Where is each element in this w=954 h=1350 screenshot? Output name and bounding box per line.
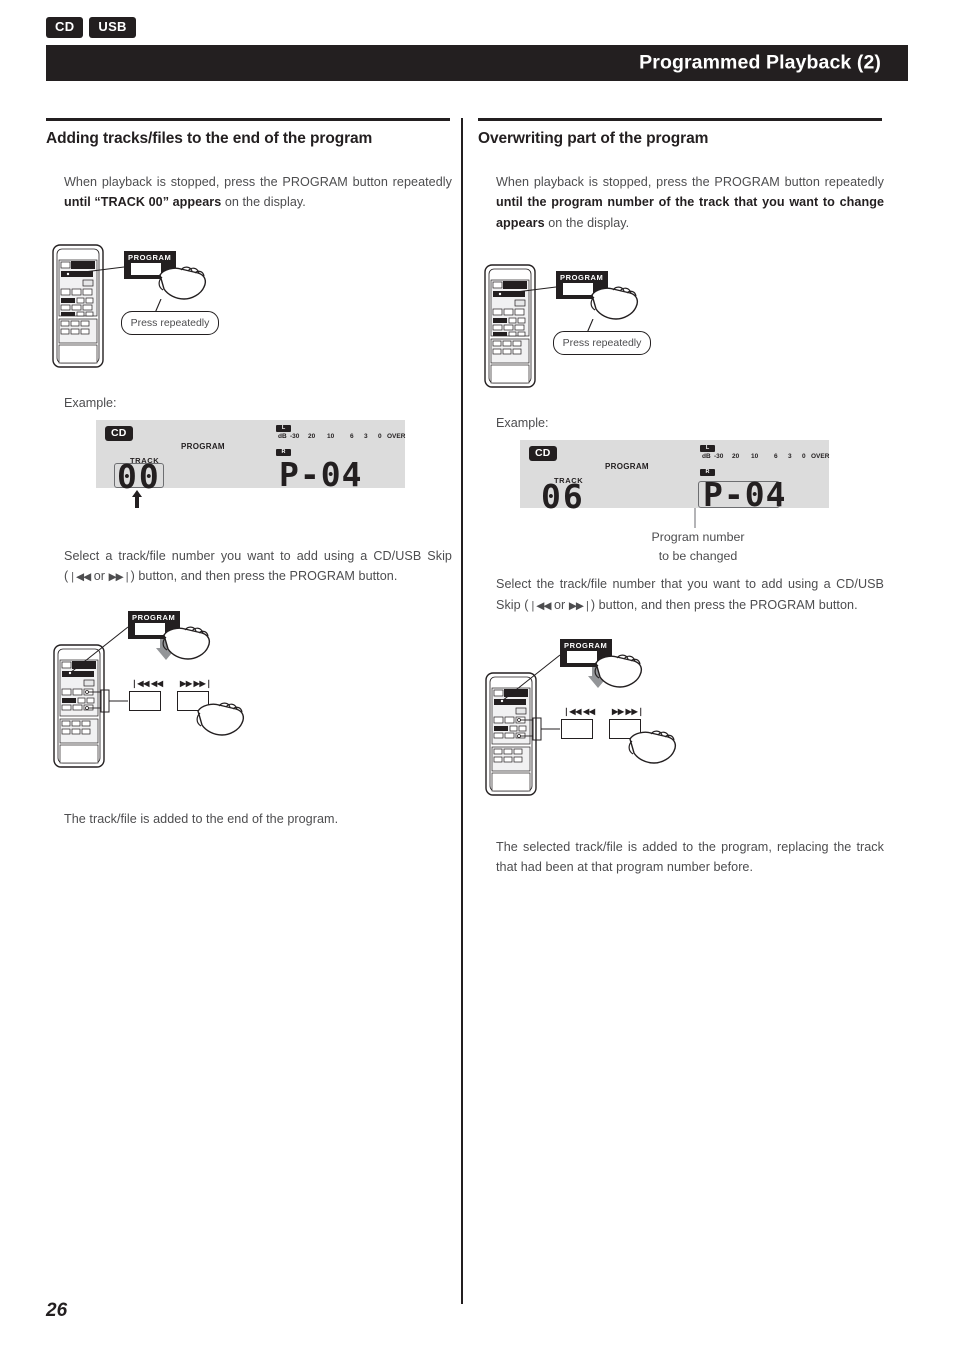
left-display-figure: CD PROGRAM L dB -30 20 10 6 3 0 OVER R T… [46, 419, 456, 520]
left-section-rule [46, 118, 450, 121]
right-display-caption-line1: Program number [651, 530, 745, 545]
right-display-level-meter: L dB -30 20 10 6 3 0 OVER R [700, 445, 829, 477]
right-display-track-value: 06 [541, 477, 585, 517]
right-meter-tick-2: 10 [751, 453, 759, 461]
right-display-caption: Program number to be changed [623, 528, 773, 565]
right-step2-part2: ) button, and then press the PROGRAM but… [590, 597, 858, 612]
right-balloon-text-1: Press repeatedly [562, 337, 642, 350]
right-remote-figure-2: PROGRAM ❘◀◀ ◀◀ ▶▶ ▶▶❘ [478, 633, 888, 823]
right-meter-channel-l: L [700, 445, 715, 453]
left-remote-illustration-1 [52, 244, 125, 368]
left-remote-figure-1: PROGRAM Press repeatedly [46, 241, 456, 376]
right-result-text: The selected track/file is added to the … [496, 839, 884, 875]
left-meter-tick-6: OVER [387, 432, 406, 440]
right-step2-or: or [550, 597, 569, 612]
tag-usb: USB [89, 17, 136, 38]
left-step1-part3: on the display. [221, 195, 306, 210]
left-skip-back-button[interactable] [129, 690, 161, 711]
right-press-repeatedly-balloon-1: Press repeatedly [553, 331, 651, 356]
right-display-figure: CD PROGRAM L dB -30 20 10 6 3 0 OVER R T… [478, 440, 888, 563]
left-remote-figure-2: PROGRAM ❘◀◀ ◀◀ ▶▶ ▶▶❘ [46, 605, 456, 795]
left-remote-illustration-2 [53, 626, 176, 768]
skip-back-icon: ❘◀◀ [68, 571, 91, 584]
left-meter-tick-5: 0 [378, 432, 382, 440]
left-meter-tick-4: 3 [364, 432, 368, 440]
left-display-program-value: P-04 [279, 454, 363, 494]
left-column: Adding tracks/files to the end of the pr… [46, 118, 456, 829]
page-title: Programmed Playback (2) [639, 51, 881, 74]
left-display-up-arrow-icon [132, 489, 142, 508]
left-display-cd-badge: CD [105, 425, 133, 441]
left-step1-part1: When playback is stopped, press the PROG… [64, 174, 452, 189]
right-meter-unit: dB [702, 453, 711, 461]
right-section-heading: Overwriting part of the program [478, 129, 709, 147]
column-divider [461, 118, 463, 1304]
right-meter-scale: dB -30 20 10 6 3 0 OVER [700, 453, 830, 462]
left-press-repeatedly-balloon-1: Press repeatedly [121, 310, 219, 335]
left-meter-scale: dB -30 20 10 6 3 0 OVER [276, 432, 406, 442]
right-meter-tick-3: 6 [774, 453, 778, 461]
document-tag-bar: CD USB [46, 17, 136, 38]
right-skip-forward-label: ▶▶ ▶▶❘ [612, 706, 644, 716]
page-number: 26 [46, 1300, 68, 1321]
right-remote-illustration-2 [485, 654, 608, 796]
right-step1-part1: When playback is stopped, press the PROG… [496, 174, 884, 189]
tag-cd: CD [46, 17, 84, 38]
right-step1-text: When playback is stopped, press the PROG… [496, 172, 884, 233]
right-hand-icon-2 [594, 654, 643, 688]
left-skip-forward-label: ▶▶ ▶▶❘ [180, 678, 212, 688]
left-balloon-text-1: Press repeatedly [130, 316, 210, 329]
right-meter-tick-6: OVER [811, 453, 830, 461]
right-display-program-label: PROGRAM [605, 462, 649, 472]
right-display-panel: CD PROGRAM L dB -30 20 10 6 3 0 OVER R T… [520, 440, 829, 516]
right-skip-back-label: ❘◀◀ ◀◀ [563, 706, 595, 716]
right-display-caption-line2: to be changed [658, 548, 738, 563]
left-step1-emphasis: until “TRACK 00” appears [64, 195, 222, 210]
left-hand-icon-2 [162, 626, 211, 660]
left-meter-tick-3: 6 [350, 432, 354, 440]
right-hand-icon-3 [628, 730, 677, 764]
skip-forward-icon: ▶▶❘ [108, 571, 132, 584]
left-step2-or: or [90, 569, 109, 584]
right-step2-text: Select the track/file number that you wa… [496, 574, 884, 615]
left-example-label: Example: [64, 395, 117, 410]
left-result-text: The track/file is added to the end of th… [64, 811, 339, 826]
right-column: Overwriting part of the program When pla… [478, 118, 888, 878]
right-section-rule [478, 118, 882, 121]
right-remote-figure-1: PROGRAM Press repeatedly [478, 261, 888, 396]
left-meter-channel-l: L [276, 424, 291, 432]
right-meter-tick-4: 3 [788, 453, 792, 461]
right-skip-back-button[interactable] [561, 718, 593, 739]
left-display-program-label: PROGRAM [181, 441, 225, 451]
right-display-cd-badge: CD [529, 446, 557, 462]
left-step2-text: Select a track/file number you want to a… [64, 546, 452, 587]
left-display-panel: CD PROGRAM L dB -30 20 10 6 3 0 OVER R T… [96, 419, 405, 496]
left-display-level-meter: L dB -30 20 10 6 3 0 OVER R [276, 424, 405, 456]
left-meter-tick-2: 10 [327, 432, 335, 440]
skip-back-icon-right: ❘◀◀ [528, 599, 552, 612]
right-display-program-value: P-04 [703, 475, 787, 515]
left-meter-unit: dB [278, 432, 287, 440]
right-remote-illustration-1 [484, 264, 557, 388]
right-meter-tick-5: 0 [802, 453, 806, 461]
left-meter-tick-0: -30 [290, 432, 300, 440]
left-step2-part2: ) button, and then press the PROGRAM but… [130, 569, 398, 584]
right-meter-tick-0: -30 [714, 453, 724, 461]
right-step1-part3: on the display. [544, 215, 630, 230]
left-meter-tick-1: 20 [308, 432, 316, 440]
skip-forward-icon-right: ▶▶❘ [568, 599, 592, 612]
left-skip-back-label: ❘◀◀ ◀◀ [131, 678, 163, 688]
right-example-label: Example: [496, 416, 549, 431]
left-section-heading: Adding tracks/files to the end of the pr… [46, 129, 373, 147]
right-meter-tick-1: 20 [732, 453, 740, 461]
left-hand-icon-3 [196, 702, 245, 736]
right-display-caption-leader [694, 508, 696, 529]
page-title-bar: Programmed Playback (2) [46, 45, 908, 81]
left-step1-text: When playback is stopped, press the PROG… [64, 172, 452, 213]
